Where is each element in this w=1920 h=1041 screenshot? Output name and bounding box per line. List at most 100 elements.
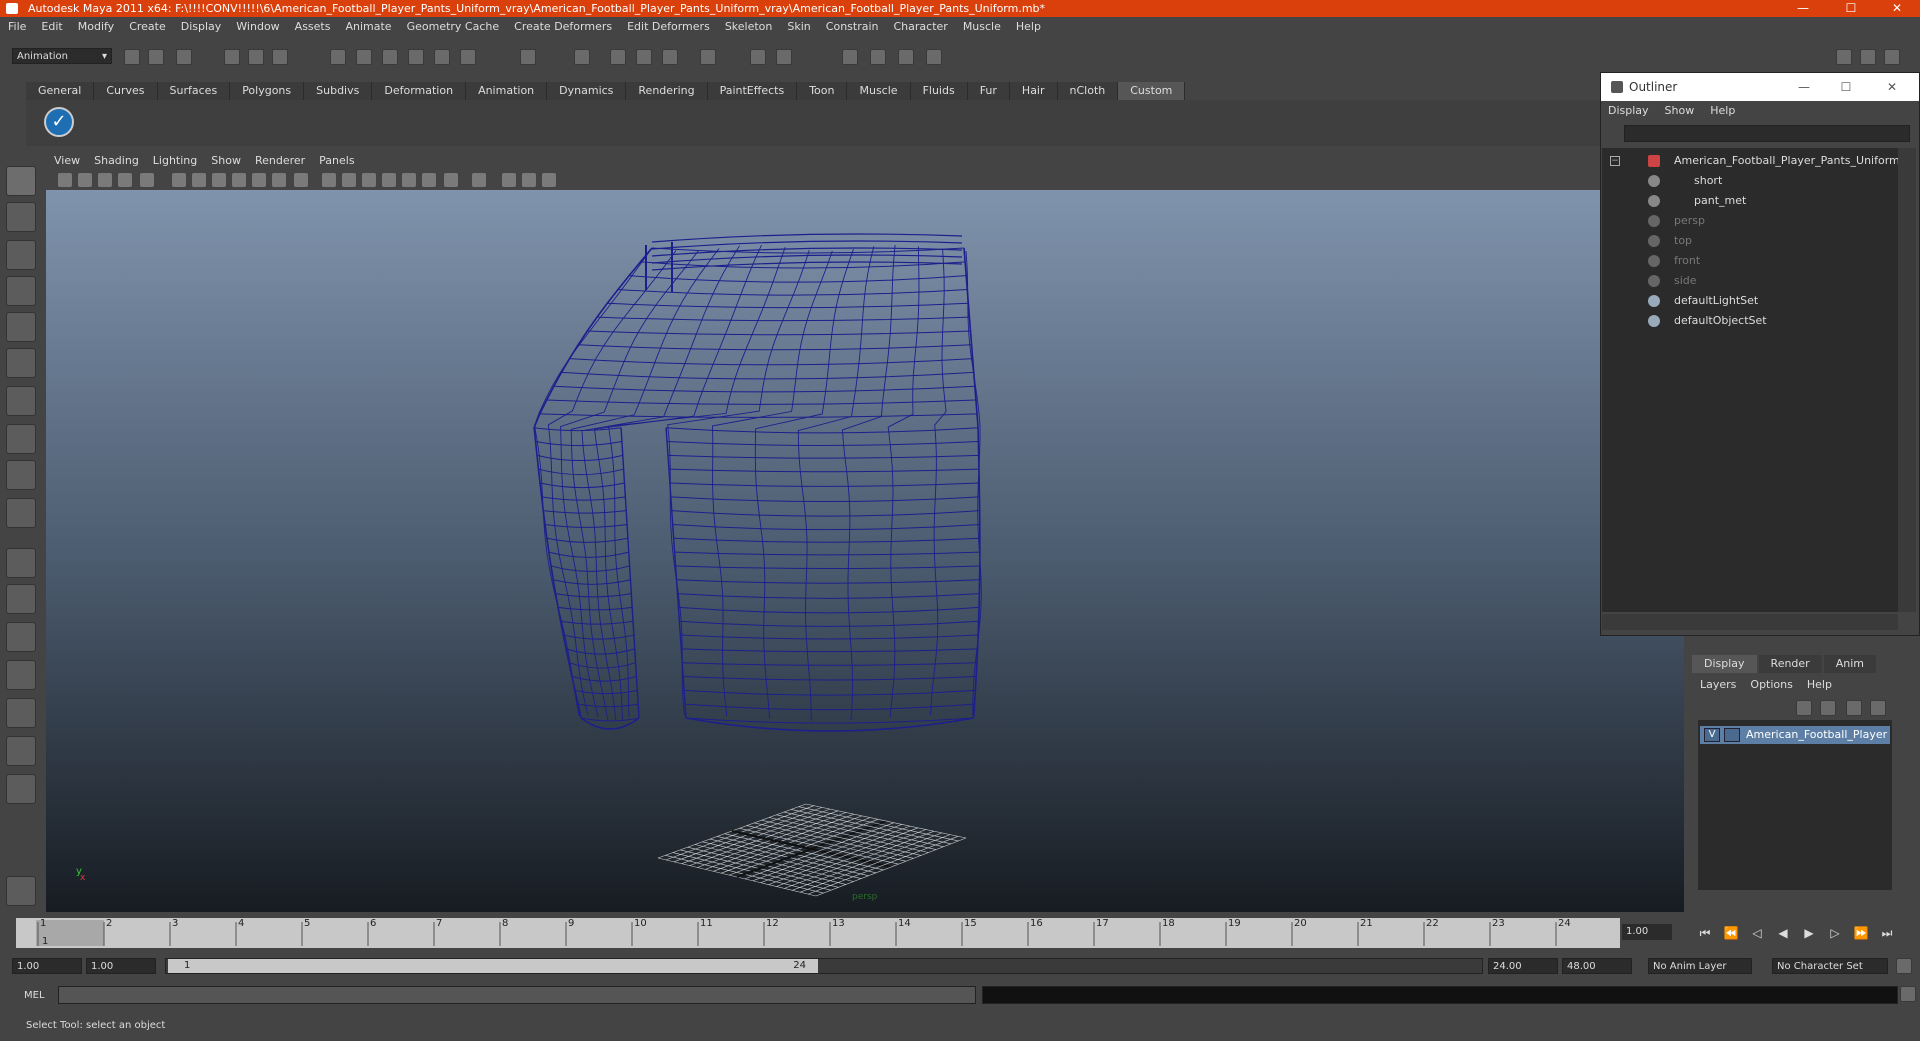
viewport-menu-view[interactable]: View bbox=[54, 154, 80, 167]
layer-menu-help[interactable]: Help bbox=[1807, 678, 1832, 694]
menu-set-dropdown[interactable]: Animation bbox=[12, 48, 112, 65]
move-tool-icon[interactable] bbox=[6, 276, 36, 306]
outliner-menu-show[interactable]: Show bbox=[1665, 104, 1695, 120]
viewport-menu-panels[interactable]: Panels bbox=[319, 154, 354, 167]
menu-file[interactable]: File bbox=[8, 20, 26, 33]
resolution-gate-icon[interactable] bbox=[192, 173, 206, 187]
wireframe-icon[interactable] bbox=[322, 173, 336, 187]
playback-end-field[interactable]: 24.00 bbox=[1488, 958, 1558, 974]
gate-mask-icon[interactable] bbox=[212, 173, 226, 187]
attribute-editor-icon[interactable] bbox=[1836, 49, 1852, 65]
menu-display[interactable]: Display bbox=[181, 20, 222, 33]
tab-anim-layers[interactable]: Anim bbox=[1823, 655, 1876, 673]
menu-character[interactable]: Character bbox=[894, 20, 948, 33]
outliner-item-default-light-set[interactable]: defaultLightSet bbox=[1602, 292, 1898, 310]
go-to-end-icon[interactable]: ⏭ bbox=[1878, 925, 1896, 941]
grid-toggle-icon[interactable] bbox=[140, 173, 154, 187]
layout-three-icon[interactable] bbox=[898, 49, 914, 65]
layout-icon[interactable] bbox=[842, 49, 858, 65]
tab-subdivs[interactable]: Subdivs bbox=[304, 82, 373, 100]
tab-general[interactable]: General bbox=[26, 82, 95, 100]
minimize-button[interactable]: — bbox=[1780, 0, 1826, 17]
menu-window[interactable]: Window bbox=[236, 20, 279, 33]
select-tool-icon[interactable] bbox=[6, 166, 36, 196]
layer-menu-options[interactable]: Options bbox=[1750, 678, 1792, 694]
channel-box-icon[interactable] bbox=[1884, 49, 1900, 65]
play-backward-icon[interactable]: ◀ bbox=[1774, 925, 1792, 941]
save-scene-icon[interactable] bbox=[176, 49, 192, 65]
layer-menu-layers[interactable]: Layers bbox=[1700, 678, 1736, 694]
menu-skin[interactable]: Skin bbox=[787, 20, 810, 33]
step-back-frame-icon[interactable]: ◁ bbox=[1748, 925, 1766, 941]
share-icon[interactable] bbox=[542, 173, 556, 187]
outliner-item-default-object-set[interactable]: defaultObjectSet bbox=[1602, 312, 1898, 330]
tab-custom[interactable]: Custom bbox=[1118, 82, 1186, 100]
tab-toon[interactable]: Toon bbox=[797, 82, 848, 100]
select-component-icon[interactable] bbox=[272, 49, 288, 65]
open-scene-icon[interactable] bbox=[148, 49, 164, 65]
tab-hair[interactable]: Hair bbox=[1009, 82, 1058, 100]
outliner-minimize-button[interactable]: — bbox=[1787, 73, 1821, 101]
outliner-item-root[interactable]: − American_Football_Player_Pants_Uniform bbox=[1602, 152, 1900, 170]
play-forward-icon[interactable]: ▶ bbox=[1800, 925, 1818, 941]
tool-settings-icon[interactable] bbox=[1860, 49, 1876, 65]
outliner-persp-layout-icon[interactable] bbox=[6, 622, 36, 652]
shadows-icon[interactable] bbox=[422, 173, 436, 187]
step-back-key-icon[interactable]: ⏪ bbox=[1722, 925, 1740, 941]
collapse-icon[interactable]: − bbox=[1610, 156, 1620, 166]
film-gate-icon[interactable] bbox=[172, 173, 186, 187]
snap-plane-icon[interactable] bbox=[408, 49, 424, 65]
lasso-tool-icon[interactable] bbox=[6, 202, 36, 232]
camera-attributes-icon[interactable] bbox=[78, 173, 92, 187]
hypershade-icon[interactable] bbox=[662, 49, 678, 65]
viewport-menu-show[interactable]: Show bbox=[211, 154, 241, 167]
new-layer-selected-icon[interactable] bbox=[1870, 700, 1886, 716]
outliner-horizontal-scrollbar[interactable] bbox=[1602, 614, 1898, 630]
soft-mod-tool-icon[interactable] bbox=[6, 424, 36, 454]
step-forward-key-icon[interactable]: ⏩ bbox=[1852, 925, 1870, 941]
graph-persp-layout-icon[interactable] bbox=[6, 660, 36, 690]
tab-ncloth[interactable]: nCloth bbox=[1057, 82, 1119, 100]
input-line-icon[interactable] bbox=[700, 49, 716, 65]
four-pane-layout-icon[interactable] bbox=[6, 584, 36, 614]
new-scene-icon[interactable] bbox=[124, 49, 140, 65]
render-settings-icon[interactable] bbox=[636, 49, 652, 65]
pants-wireframe-mesh[interactable] bbox=[46, 190, 1684, 912]
move-layer-up-icon[interactable] bbox=[1796, 700, 1812, 716]
outliner-item-short[interactable]: short bbox=[1602, 172, 1898, 190]
construction-history-icon[interactable] bbox=[520, 49, 536, 65]
xray-icon[interactable] bbox=[502, 173, 516, 187]
select-hierarchy-icon[interactable] bbox=[224, 49, 240, 65]
tab-render-layers[interactable]: Render bbox=[1758, 655, 1822, 673]
hypershade-persp-layout-icon[interactable] bbox=[6, 698, 36, 728]
field-chart-icon[interactable] bbox=[232, 173, 246, 187]
snap-surface-icon[interactable] bbox=[434, 49, 450, 65]
outliner-vertical-scrollbar[interactable] bbox=[1898, 148, 1916, 612]
outliner-menu-help[interactable]: Help bbox=[1710, 104, 1735, 120]
layer-row[interactable]: V American_Football_Player bbox=[1700, 726, 1890, 744]
custom-layout-icon[interactable] bbox=[6, 774, 36, 804]
command-input[interactable] bbox=[58, 986, 976, 1004]
menu-skeleton[interactable]: Skeleton bbox=[725, 20, 773, 33]
hud-icon[interactable] bbox=[294, 173, 308, 187]
layer-visibility-toggle[interactable]: V bbox=[1704, 728, 1720, 742]
menu-assets[interactable]: Assets bbox=[295, 20, 331, 33]
range-slider-handle[interactable]: 1 24 bbox=[168, 959, 818, 973]
viewport-menu-shading[interactable]: Shading bbox=[94, 154, 139, 167]
ipr-render-icon[interactable] bbox=[610, 49, 626, 65]
move-layer-down-icon[interactable] bbox=[1820, 700, 1836, 716]
animation-start-field[interactable]: 1.00 bbox=[12, 958, 82, 974]
snap-curve-icon[interactable] bbox=[356, 49, 372, 65]
single-pane-layout-icon[interactable] bbox=[6, 548, 36, 578]
character-set-dropdown[interactable]: No Character Set bbox=[1772, 958, 1888, 974]
layer-playback-toggle[interactable] bbox=[1724, 728, 1740, 742]
history-icon[interactable] bbox=[460, 49, 476, 65]
step-forward-frame-icon[interactable]: ▷ bbox=[1826, 925, 1844, 941]
maximize-button[interactable]: ☐ bbox=[1828, 0, 1874, 17]
outliner-item-pant-met[interactable]: pant_met bbox=[1602, 192, 1898, 210]
tab-rendering[interactable]: Rendering bbox=[626, 82, 708, 100]
paint-select-tool-icon[interactable] bbox=[6, 240, 36, 270]
outliner-item-persp[interactable]: persp bbox=[1602, 212, 1898, 230]
tab-painteffects[interactable]: PaintEffects bbox=[707, 82, 798, 100]
new-layer-icon[interactable] bbox=[1846, 700, 1862, 716]
